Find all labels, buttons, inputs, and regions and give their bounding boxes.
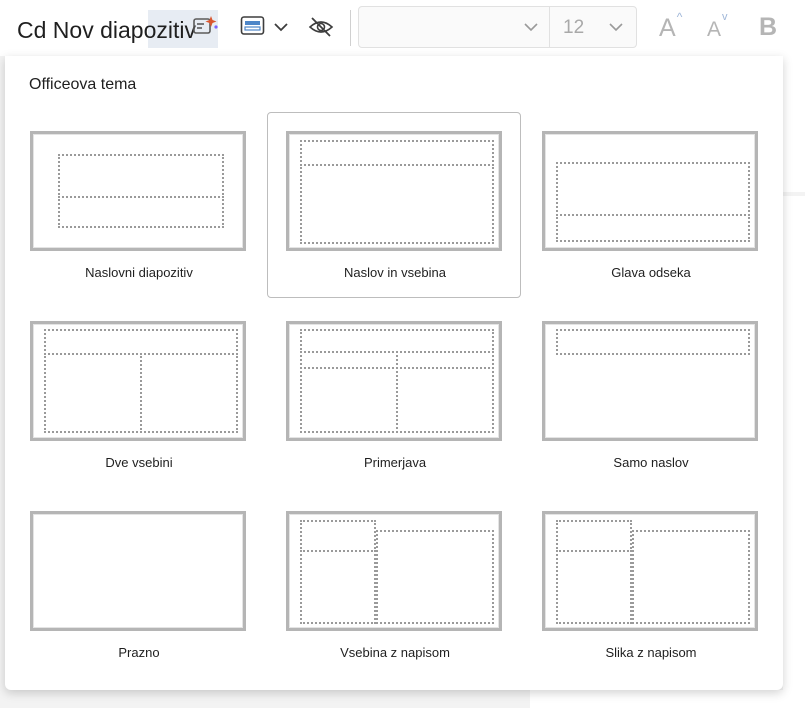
background-slide-area (530, 690, 805, 708)
layout-thumbnail (30, 131, 246, 251)
chevron-down-icon (523, 20, 539, 38)
caption-placeholder (556, 550, 632, 624)
chevron-down-icon[interactable] (273, 20, 289, 38)
layout-label: Glava odseka (611, 265, 691, 280)
shrink-font-button[interactable]: Av (707, 11, 728, 42)
layout-thumbnail (286, 321, 502, 441)
font-size-select[interactable]: 12 (549, 6, 637, 48)
layout-thumbnail (30, 511, 246, 631)
layout-icon[interactable] (240, 15, 266, 42)
layout-thumbnail (542, 131, 758, 251)
layout-option-title-only[interactable]: Samo naslov (523, 302, 777, 488)
content-placeholder (376, 530, 494, 624)
ribbon-toolbar: Cd Nov diapozitiv 12 A^ Av B (0, 0, 805, 56)
content-placeholder-right (396, 367, 494, 433)
layout-thumbnail (286, 131, 502, 251)
shrink-font-label: A (707, 18, 722, 41)
layout-thumbnail (542, 511, 758, 631)
content-placeholder-right (140, 353, 238, 433)
hide-slide-icon[interactable] (308, 15, 334, 44)
font-size-value: 12 (563, 17, 585, 38)
layout-option-blank[interactable]: Prazno (11, 492, 265, 678)
layout-option-title-slide[interactable]: Naslovni diapozitiv (11, 112, 265, 298)
layout-option-section-header[interactable]: Glava odseka (523, 112, 777, 298)
layout-label: Primerjava (363, 455, 427, 470)
layout-option-content-caption[interactable]: Vsebina z napisom (267, 492, 521, 678)
layout-thumbnail (542, 321, 758, 441)
title-placeholder (300, 140, 494, 166)
grow-font-label: A (659, 14, 676, 42)
grow-font-arrow: ^ (676, 9, 683, 24)
content-placeholder-left (44, 353, 142, 433)
text-placeholder (556, 214, 750, 242)
bold-button[interactable]: B (759, 13, 777, 42)
background-slide-area (783, 196, 805, 708)
theme-title: Officeova tema (29, 76, 137, 93)
chevron-down-icon (608, 20, 624, 38)
title-placeholder (44, 329, 238, 355)
content-placeholder (300, 164, 494, 244)
picture-placeholder (632, 530, 750, 624)
background-slide-area (783, 56, 805, 192)
layout-label: Prazno (118, 645, 160, 660)
title-placeholder (58, 154, 224, 198)
title-placeholder (556, 520, 632, 552)
subtitle-placeholder (58, 196, 224, 228)
layout-label: Vsebina z napisom (340, 645, 450, 660)
layout-label: Dve vsebini (105, 455, 173, 470)
caption-placeholder (300, 550, 376, 624)
layout-option-two-content[interactable]: Dve vsebini (11, 302, 265, 488)
toolbar-separator (350, 10, 351, 46)
title-placeholder (300, 520, 376, 552)
new-slide-button[interactable]: Cd Nov diapozitiv (17, 17, 196, 44)
font-family-select[interactable] (358, 6, 552, 48)
layout-gallery-dropdown: Officeova tema Naslovni diapozitiv Naslo… (5, 56, 783, 690)
layout-option-picture-caption[interactable]: Slika z napisom (523, 492, 777, 678)
title-placeholder (300, 329, 494, 353)
layout-option-comparison[interactable]: Primerjava (267, 302, 521, 488)
layout-thumbnail (286, 511, 502, 631)
layout-label: Naslovni diapozitiv (85, 265, 193, 280)
grow-font-button[interactable]: A^ (659, 10, 682, 43)
title-placeholder (556, 329, 750, 355)
layout-label: Naslov in vsebina (344, 265, 446, 280)
content-placeholder-left (300, 367, 398, 433)
title-placeholder (556, 162, 750, 216)
designer-icon[interactable] (192, 14, 220, 45)
layout-label: Samo naslov (613, 455, 689, 470)
layout-option-title-content[interactable]: Naslov in vsebina (267, 112, 521, 298)
layout-thumbnail (30, 321, 246, 441)
shrink-font-arrow: v (722, 11, 728, 23)
layout-label: Slika z napisom (605, 645, 697, 660)
